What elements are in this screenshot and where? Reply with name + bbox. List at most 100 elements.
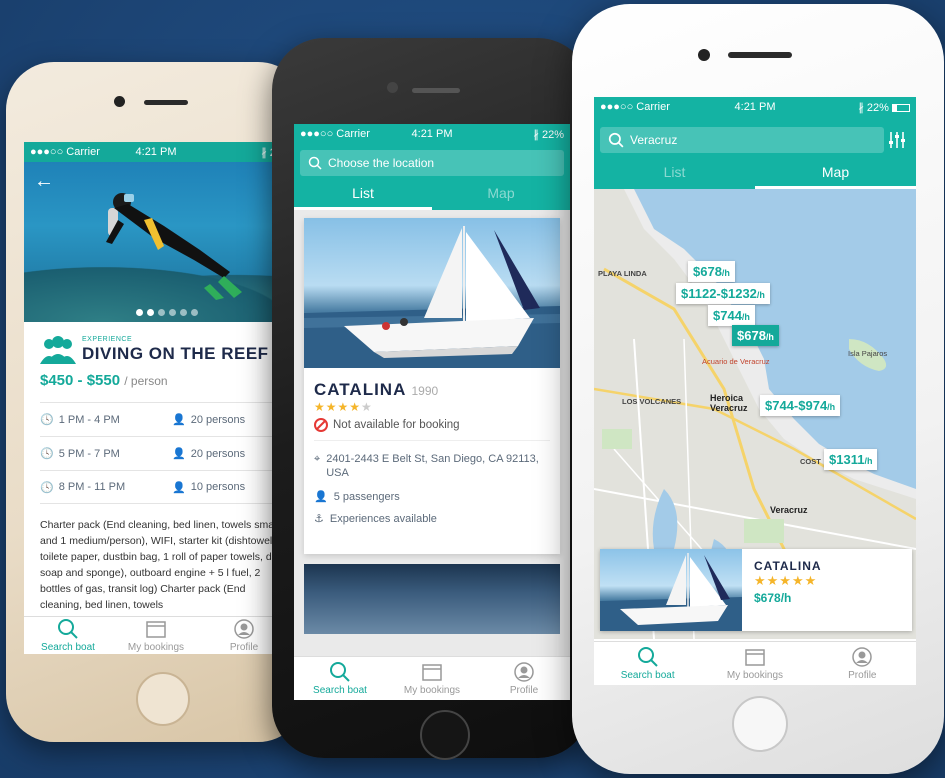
tab-my-bookings[interactable]: My bookings bbox=[112, 617, 200, 654]
map-label-veracruz: Veracruz bbox=[770, 505, 808, 515]
search-value: Veracruz bbox=[630, 133, 678, 147]
map-label-cost: COST bbox=[800, 457, 821, 466]
tab-search-boat[interactable]: Search boat bbox=[594, 642, 701, 685]
price-marker[interactable]: $1311/h bbox=[824, 449, 878, 470]
schedule-row[interactable]: 🕓 1 PM - 4 PM 👤 20 persons bbox=[40, 402, 288, 436]
tab-bar: Search boat My bookings Profile bbox=[294, 656, 570, 700]
experiences-text: Experiences available bbox=[329, 512, 437, 525]
tab-list[interactable]: List bbox=[294, 180, 432, 210]
price-value: $450 - $550 bbox=[40, 372, 121, 389]
schedule-row[interactable]: 🕓 8 PM - 11 PM 👤 10 persons bbox=[40, 470, 288, 504]
filter-sliders-icon[interactable] bbox=[886, 129, 908, 151]
selected-boat-card[interactable]: CATALINA ★★★★★ $678/h bbox=[600, 549, 912, 631]
tab-my-bookings[interactable]: My bookings bbox=[386, 657, 478, 700]
phone-left: ●●●○○ Carrier 4:21 PM ∦ 22 ← bbox=[6, 62, 306, 742]
price-marker-selected[interactable]: $678/h bbox=[732, 325, 779, 346]
person-icon: 👤 bbox=[172, 448, 186, 460]
carousel-dots[interactable] bbox=[136, 309, 198, 316]
marker-price: $1122-$1232 bbox=[681, 286, 757, 301]
carousel-dot[interactable] bbox=[191, 309, 198, 316]
search-icon bbox=[58, 619, 78, 639]
clock-icon: 🕓 bbox=[40, 448, 54, 460]
clock: 4:21 PM bbox=[411, 128, 453, 140]
boat-photo bbox=[600, 549, 742, 631]
carousel-dot[interactable] bbox=[158, 309, 165, 316]
tab-list[interactable]: List bbox=[594, 159, 755, 189]
search-placeholder: Choose the location bbox=[328, 156, 435, 170]
tab-profile[interactable]: Profile bbox=[478, 657, 570, 700]
clock-icon: 🕓 bbox=[40, 414, 54, 426]
home-button[interactable] bbox=[136, 672, 190, 726]
marker-unit: /h bbox=[827, 402, 836, 412]
tab-profile[interactable]: Profile bbox=[809, 642, 916, 685]
tab-map[interactable]: Map bbox=[755, 159, 916, 189]
schedule-row[interactable]: 🕓 5 PM - 7 PM 👤 20 persons bbox=[40, 436, 288, 470]
price-marker[interactable]: $744-$974/h bbox=[760, 395, 841, 416]
person-icon: 👤 bbox=[314, 491, 328, 503]
battery-icon bbox=[892, 103, 910, 112]
tab-search-boat[interactable]: Search boat bbox=[294, 657, 386, 700]
schedule-time: 1 PM - 4 PM bbox=[58, 413, 120, 426]
profile-icon bbox=[514, 662, 534, 682]
status-bar: ●●●○○ Carrier 4:21 PM ∦ 22% bbox=[594, 97, 916, 117]
hero-image: ← bbox=[24, 162, 288, 322]
boat-name-text: CATALINA bbox=[314, 380, 406, 399]
home-button[interactable] bbox=[732, 696, 788, 752]
speaker bbox=[728, 52, 792, 58]
tab-search-boat[interactable]: Search boat bbox=[24, 617, 112, 654]
calendar-icon bbox=[422, 664, 442, 681]
diver-illustration bbox=[106, 193, 242, 300]
group-people-icon bbox=[40, 336, 76, 364]
marker-price: $1311 bbox=[829, 452, 865, 467]
schedule-time: 8 PM - 11 PM bbox=[58, 481, 126, 493]
map-label-los-volcanes: LOS VOLCANES bbox=[622, 397, 682, 406]
map-label-heroica: Heroica bbox=[710, 393, 744, 403]
next-boat-card[interactable] bbox=[304, 564, 560, 634]
search-icon bbox=[308, 156, 322, 170]
tab-map[interactable]: Map bbox=[432, 180, 570, 210]
tab-label: My bookings bbox=[726, 670, 784, 681]
location-search-input[interactable]: Veracruz bbox=[600, 127, 884, 153]
marker-price: $744-$974 bbox=[765, 398, 828, 413]
home-button[interactable] bbox=[420, 710, 470, 760]
location-pin-icon: ⌖ bbox=[314, 453, 321, 465]
search-icon bbox=[608, 132, 624, 148]
carousel-dot[interactable] bbox=[136, 309, 143, 316]
tab-my-bookings[interactable]: My bookings bbox=[701, 642, 808, 685]
carousel-dot[interactable] bbox=[180, 309, 187, 316]
person-icon: 👤 bbox=[172, 414, 186, 426]
schedule-persons: 10 persons bbox=[190, 481, 246, 493]
boat-name: CATALINA 1990 bbox=[314, 380, 438, 400]
price-marker[interactable]: $744/h bbox=[708, 305, 755, 326]
marker-price: $744 bbox=[713, 308, 742, 323]
boat-card[interactable]: CATALINA 1990 ★★★★★ Not available for bo… bbox=[304, 218, 560, 554]
price-marker[interactable]: $1122-$1232/h bbox=[676, 283, 770, 304]
view-switch: List Map bbox=[294, 180, 570, 210]
map-header: ●●●○○ Carrier 4:21 PM ∦ 22% Veracruz Lis… bbox=[594, 97, 916, 189]
boat-experiences: ⚓ Experiences available bbox=[314, 512, 437, 526]
carousel-dot[interactable] bbox=[147, 309, 154, 316]
profile-icon bbox=[234, 619, 254, 639]
tab-label: Profile bbox=[509, 685, 539, 696]
marker-unit: /h bbox=[721, 268, 730, 278]
price-marker[interactable]: $678/h bbox=[688, 261, 735, 282]
carousel-dot[interactable] bbox=[169, 309, 176, 316]
screen-boat-map: ●●●○○ Carrier 4:21 PM ∦ 22% Veracruz Lis… bbox=[594, 97, 916, 685]
search-icon bbox=[330, 662, 350, 682]
schedule-time: 5 PM - 7 PM bbox=[58, 447, 120, 460]
view-switch: List Map bbox=[594, 159, 916, 189]
location-search-input[interactable]: Choose the location bbox=[300, 150, 564, 176]
tab-bar: Search boat My bookings Profile bbox=[24, 616, 288, 654]
marker-unit: /h bbox=[741, 312, 750, 322]
boat-photo bbox=[304, 218, 560, 368]
price-range: $450 - $550 / person bbox=[40, 372, 168, 389]
boat-name: CATALINA bbox=[754, 559, 822, 573]
phone-middle: ●●●○○ Carrier 4:21 PM ∦ 22% Choose the l… bbox=[272, 38, 590, 760]
schedule-persons: 20 persons bbox=[190, 413, 246, 426]
back-arrow-icon[interactable]: ← bbox=[34, 170, 54, 193]
status-bar: ●●●○○ Carrier 4:21 PM ∦ 22 bbox=[24, 142, 288, 162]
clock-icon: 🕓 bbox=[40, 481, 54, 494]
profile-icon bbox=[852, 647, 873, 667]
phone-right: ●●●○○ Carrier 4:21 PM ∦ 22% Veracruz Lis… bbox=[572, 4, 944, 774]
charter-description: Charter pack (End cleaning, bed linen, t… bbox=[40, 519, 286, 611]
